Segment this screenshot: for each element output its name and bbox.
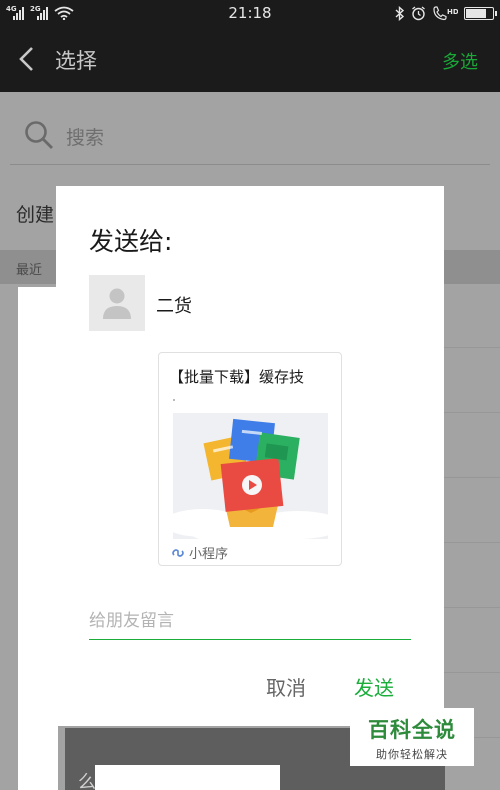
watermark-title: 百科全说 xyxy=(368,718,456,742)
mini-program-card: 【批量下载】缓存技 小程序 xyxy=(158,352,342,566)
watermark-logo: 百科全说 助你轻松解决 xyxy=(350,708,474,766)
status-right-icons: HD xyxy=(395,5,497,21)
card-source-label: 小程序 xyxy=(189,547,229,562)
background-sheet xyxy=(18,287,58,790)
search-bar[interactable]: 搜索 xyxy=(0,92,500,172)
message-input[interactable] xyxy=(89,602,411,640)
create-chat-label: 创建 xyxy=(16,204,55,226)
search-placeholder: 搜索 xyxy=(66,127,105,149)
avatar xyxy=(89,275,145,331)
recipient-name: 二货 xyxy=(156,296,192,317)
card-thumbnail xyxy=(173,413,328,539)
watermark-subtitle: 助你轻松解决 xyxy=(376,748,448,761)
search-divider xyxy=(10,164,490,165)
page-title: 选择 xyxy=(55,49,97,73)
volte-label: HD xyxy=(447,8,458,16)
download-illustration-icon xyxy=(173,413,328,539)
status-bar: 4G 2G 21:18 HD xyxy=(0,0,500,26)
recent-chats-label: 最近 xyxy=(16,263,43,278)
search-icon xyxy=(25,121,53,149)
battery-level-fill xyxy=(466,8,486,18)
cancel-button[interactable]: 取消 xyxy=(266,672,306,701)
nav-bar: 选择 多选 xyxy=(0,26,500,92)
background-sheet-bottom-panel xyxy=(95,765,280,790)
bluetooth-icon xyxy=(395,5,405,21)
alarm-icon xyxy=(412,5,425,20)
card-footer: 小程序 xyxy=(171,543,228,562)
default-avatar-icon xyxy=(103,288,131,319)
send-button[interactable]: 发送 xyxy=(354,672,394,701)
card-title: 【批量下载】缓存技 xyxy=(169,368,305,386)
battery-icon xyxy=(464,6,497,20)
dialog-title: 发送给: xyxy=(89,227,173,256)
volte-call-icon: HD xyxy=(433,5,458,20)
multi-select-button[interactable]: 多选 xyxy=(442,48,478,74)
mini-program-icon xyxy=(172,548,184,557)
send-to-dialog: 发送给: 二货 【批量下载】缓存技 小程序 给朋友留言 取消 发送 xyxy=(56,186,444,726)
back-arrow-icon[interactable] xyxy=(16,46,40,72)
card-description xyxy=(173,399,175,401)
background-partial-text: 么 xyxy=(78,772,96,790)
